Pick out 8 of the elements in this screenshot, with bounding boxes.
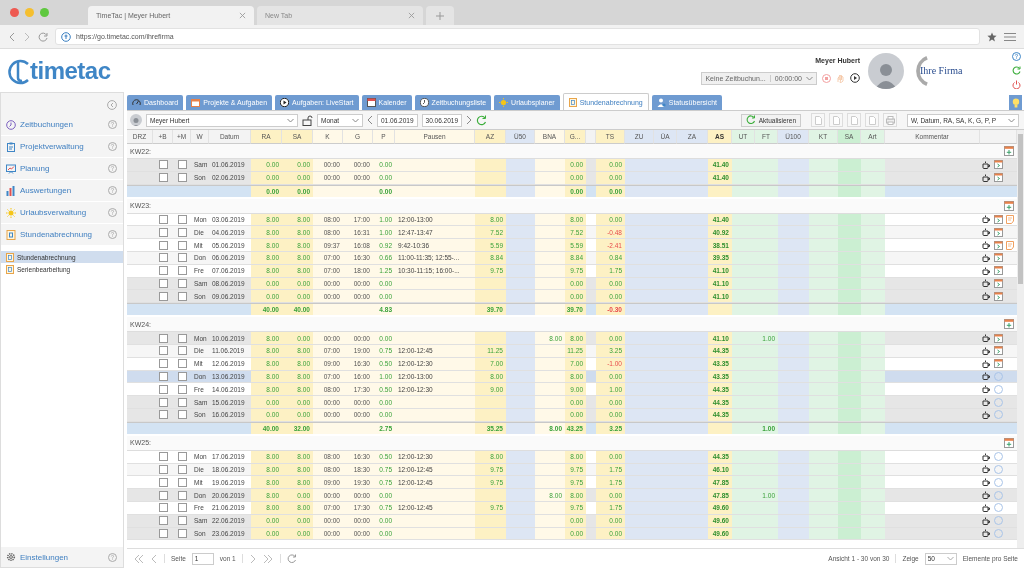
sidebar-item[interactable]: Zeitbuchungen: [1, 114, 123, 136]
logo[interactable]: timetac: [30, 56, 111, 85]
sidebar-item[interactable]: Urlaubsverwaltung: [1, 202, 123, 224]
company-logo: Ihre Firma: [912, 54, 1004, 87]
sidebar-item[interactable]: Projektverwaltung: [1, 136, 123, 158]
settings-item[interactable]: Einstellungen: [1, 547, 123, 567]
sidebar-item[interactable]: Auswertungen: [1, 180, 123, 202]
sidebar-item[interactable]: Planung: [1, 158, 123, 180]
